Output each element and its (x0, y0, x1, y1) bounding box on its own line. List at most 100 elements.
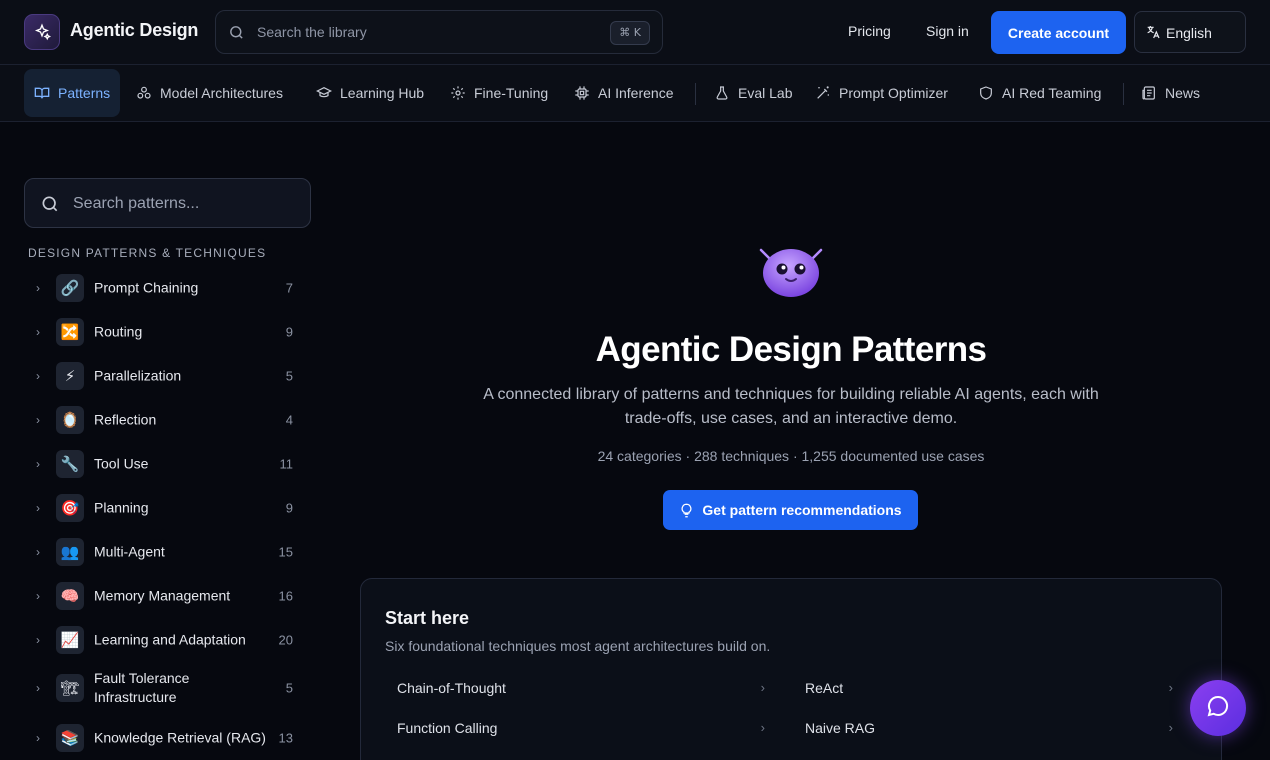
chevron-right-icon[interactable]: › (36, 731, 40, 745)
chevron-right-icon: › (1168, 680, 1173, 695)
brain-icon: 🧠 (56, 582, 84, 610)
search-icon (40, 194, 60, 219)
pricing-link[interactable]: Pricing (848, 23, 891, 39)
gear-icon (450, 85, 466, 101)
tab-model-architectures[interactable]: Model Architectures (136, 69, 283, 117)
cpu-icon (574, 85, 590, 101)
tab-eval-lab[interactable]: Eval Lab (714, 69, 792, 117)
sidebar-item-reflection[interactable]: › 🪞 Reflection 4 (24, 398, 311, 442)
sidebar-item-knowledge-retrieval[interactable]: › 📚 Knowledge Retrieval (RAG) 13 (24, 716, 311, 760)
logo-icon[interactable] (24, 14, 60, 50)
category-label: Parallelization (94, 367, 182, 384)
tab-label: Prompt Optimizer (839, 85, 948, 101)
magic-wand-icon (815, 85, 831, 101)
category-label: Prompt Chaining (94, 279, 199, 296)
tab-label: Eval Lab (738, 85, 793, 101)
tab-divider (1123, 83, 1124, 105)
language-label: English (1166, 25, 1212, 41)
chevron-right-icon[interactable]: › (36, 501, 40, 515)
start-item-chain-of-thought[interactable]: Chain-of-Thought › (385, 671, 777, 707)
start-item-label: Naive RAG (805, 720, 876, 736)
hero-description: A connected library of patterns and tech… (483, 386, 1099, 427)
shield-icon (978, 85, 994, 101)
start-item-function-calling[interactable]: Function Calling › (385, 711, 777, 747)
chevron-right-icon: › (1168, 720, 1173, 735)
tab-patterns[interactable]: Patterns (24, 69, 121, 117)
chevron-right-icon: › (760, 680, 765, 695)
tab-learning-hub[interactable]: Learning Hub (316, 69, 424, 117)
global-search-input[interactable]: Search the library ⌘ K (215, 10, 663, 54)
translate-icon (1145, 24, 1161, 45)
category-count: 9 (285, 500, 293, 516)
sidebar-item-prompt-chaining[interactable]: › 🔗 Prompt Chaining 7 (24, 266, 311, 310)
section-tabs: Patterns Model Architectures Learning Hu… (0, 65, 1270, 122)
start-item-naive-rag[interactable]: Naive RAG › (793, 711, 1185, 747)
chevron-right-icon[interactable]: › (36, 681, 40, 695)
tab-label: AI Red Teaming (1002, 85, 1102, 101)
sidebar-item-tool-use[interactable]: › 🔧 Tool Use 11 (24, 442, 311, 486)
chevron-right-icon[interactable]: › (36, 281, 40, 295)
books-icon: 📚 (56, 724, 84, 752)
category-count: 13 (278, 730, 293, 746)
wrench-icon: 🔧 (56, 450, 84, 478)
category-count: 16 (278, 588, 293, 604)
page-title: Agentic Design Patterns (595, 330, 987, 369)
tab-divider (695, 83, 696, 105)
chevron-right-icon: › (760, 720, 765, 735)
start-here-subtitle: Six foundational techniques most agent a… (385, 638, 771, 654)
sidebar-item-fault-tolerance[interactable]: › 🏗 Fault Tolerance Infrastructure 5 (24, 666, 311, 710)
category-label: Planning (94, 499, 149, 516)
mirror-icon: 🪞 (56, 406, 84, 434)
start-item-label: Function Calling (397, 720, 498, 736)
link-icon: 🔗 (56, 274, 84, 302)
category-label: Routing (94, 323, 143, 340)
tab-fine-tuning[interactable]: Fine-Tuning (450, 69, 548, 117)
tab-news[interactable]: News (1141, 69, 1200, 117)
sign-in-link[interactable]: Sign in (926, 23, 969, 39)
users-icon: 👥 (56, 538, 84, 566)
search-icon (228, 24, 245, 46)
tab-ai-inference[interactable]: AI Inference (574, 69, 674, 117)
book-open-icon (34, 85, 50, 101)
language-selector[interactable]: English (1134, 11, 1246, 53)
brand-name[interactable]: Agentic Design (70, 20, 198, 41)
create-account-button[interactable]: Create account (991, 11, 1126, 54)
chat-button[interactable] (1190, 680, 1246, 736)
sidebar-item-planning[interactable]: › 🎯 Planning 9 (24, 486, 311, 530)
chevron-right-icon[interactable]: › (36, 325, 40, 339)
category-label: Learning and Adaptation (94, 631, 246, 648)
library-stats: 24 categories · 288 techniques · 1,255 d… (597, 448, 985, 464)
tab-ai-red-teaming[interactable]: AI Red Teaming (978, 69, 1101, 117)
sidebar-item-parallelization[interactable]: › ⚡ Parallelization 5 (24, 354, 311, 398)
start-here-card: Start here Six foundational techniques m… (360, 578, 1222, 760)
category-label: Knowledge Retrieval (RAG) (94, 729, 266, 746)
tab-label: News (1165, 85, 1201, 101)
chevron-right-icon[interactable]: › (36, 413, 40, 427)
flask-icon (714, 85, 730, 101)
sidebar-item-learning-and-adaptation[interactable]: › 📈 Learning and Adaptation 20 (24, 618, 311, 662)
newspaper-icon (1141, 85, 1157, 101)
chevron-right-icon[interactable]: › (36, 369, 40, 383)
top-bar: Agentic Design Search the library ⌘ K Pr… (0, 0, 1270, 65)
tab-prompt-optimizer[interactable]: Prompt Optimizer (815, 69, 948, 117)
sidebar-item-routing[interactable]: › 🔀 Routing 9 (24, 310, 311, 354)
get-recommendations-button[interactable]: Get pattern recommendations (663, 490, 918, 530)
start-here-title: Start here (385, 608, 470, 628)
sidebar-item-memory-management[interactable]: › 🧠 Memory Management 16 (24, 574, 311, 618)
chevron-right-icon[interactable]: › (36, 457, 40, 471)
category-label: Fault Tolerance Infrastructure (94, 670, 190, 705)
sidebar-item-multi-agent[interactable]: › 👥 Multi-Agent 15 (24, 530, 311, 574)
chevron-right-icon[interactable]: › (36, 633, 40, 647)
chevron-right-icon[interactable]: › (36, 589, 40, 603)
start-item-react[interactable]: ReAct › (793, 671, 1185, 707)
pattern-search-input[interactable]: Search patterns... (24, 178, 311, 228)
tab-label: Learning Hub (340, 85, 425, 101)
tab-label: Fine-Tuning (474, 85, 549, 101)
chevron-right-icon[interactable]: › (36, 545, 40, 559)
search-placeholder: Search the library (257, 24, 367, 40)
target-icon: 🎯 (56, 494, 84, 522)
start-item-label: Chain-of-Thought (397, 680, 506, 696)
network-icon (136, 85, 152, 101)
lightning-icon: ⚡ (56, 362, 84, 390)
category-count: 11 (279, 456, 294, 472)
